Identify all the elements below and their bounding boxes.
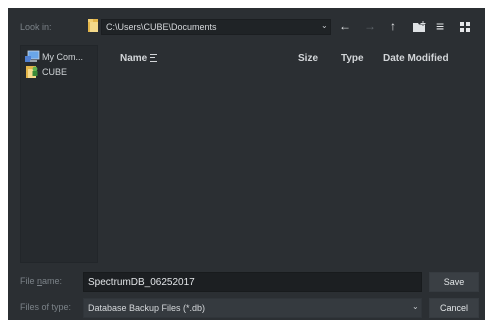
- file-name-label: File name:: [20, 276, 63, 286]
- new-folder-icon[interactable]: [412, 21, 428, 33]
- forward-arrow-icon[interactable]: →: [364, 19, 376, 33]
- file-type-value: Database Backup Files (*.db): [88, 303, 206, 313]
- user-folder-icon: [26, 66, 38, 78]
- chevron-down-icon[interactable]: ⌄: [412, 302, 419, 311]
- places-sidebar: My Com... CUBE: [20, 45, 98, 263]
- sidebar-item-label: CUBE: [42, 67, 68, 77]
- cancel-button[interactable]: Cancel: [429, 298, 479, 318]
- column-header-name[interactable]: Name: [120, 53, 158, 64]
- file-name-row: File name: Save: [8, 270, 485, 292]
- save-dialog: Look in: C:\Users\CUBE\Documents ⌄ ← → ↑…: [8, 8, 485, 320]
- file-type-row: Files of type: Database Backup Files (*.…: [8, 296, 485, 318]
- up-arrow-icon[interactable]: ↑: [390, 19, 396, 33]
- save-button[interactable]: Save: [429, 272, 479, 292]
- sidebar-item-label: My Com...: [42, 52, 84, 62]
- look-in-path: C:\Users\CUBE\Documents: [106, 22, 217, 32]
- file-name-input[interactable]: [83, 272, 422, 292]
- file-list[interactable]: Name Size Type Date Modified: [99, 45, 485, 263]
- look-in-combo[interactable]: C:\Users\CUBE\Documents ⌄: [101, 19, 331, 35]
- sidebar-item-cube[interactable]: CUBE: [25, 65, 95, 79]
- back-arrow-icon[interactable]: ←: [339, 19, 351, 33]
- column-header-date-modified[interactable]: Date Modified: [383, 53, 449, 64]
- computer-icon: [25, 50, 40, 62]
- folder-icon: [88, 19, 98, 32]
- chevron-down-icon[interactable]: ⌄: [321, 21, 328, 30]
- detail-view-icon[interactable]: [460, 22, 471, 32]
- look-in-row: Look in: C:\Users\CUBE\Documents ⌄ ← → ↑…: [8, 8, 485, 36]
- file-type-label: Files of type:: [20, 302, 72, 312]
- file-type-select[interactable]: Database Backup Files (*.db) ⌄: [83, 298, 422, 318]
- column-header-type[interactable]: Type: [341, 53, 364, 64]
- column-header-size[interactable]: Size: [298, 53, 318, 64]
- sidebar-item-my-computer[interactable]: My Com...: [25, 50, 95, 64]
- look-in-label: Look in:: [20, 22, 52, 32]
- sort-ascending-icon: [150, 54, 158, 62]
- list-view-icon[interactable]: ≡: [436, 19, 444, 33]
